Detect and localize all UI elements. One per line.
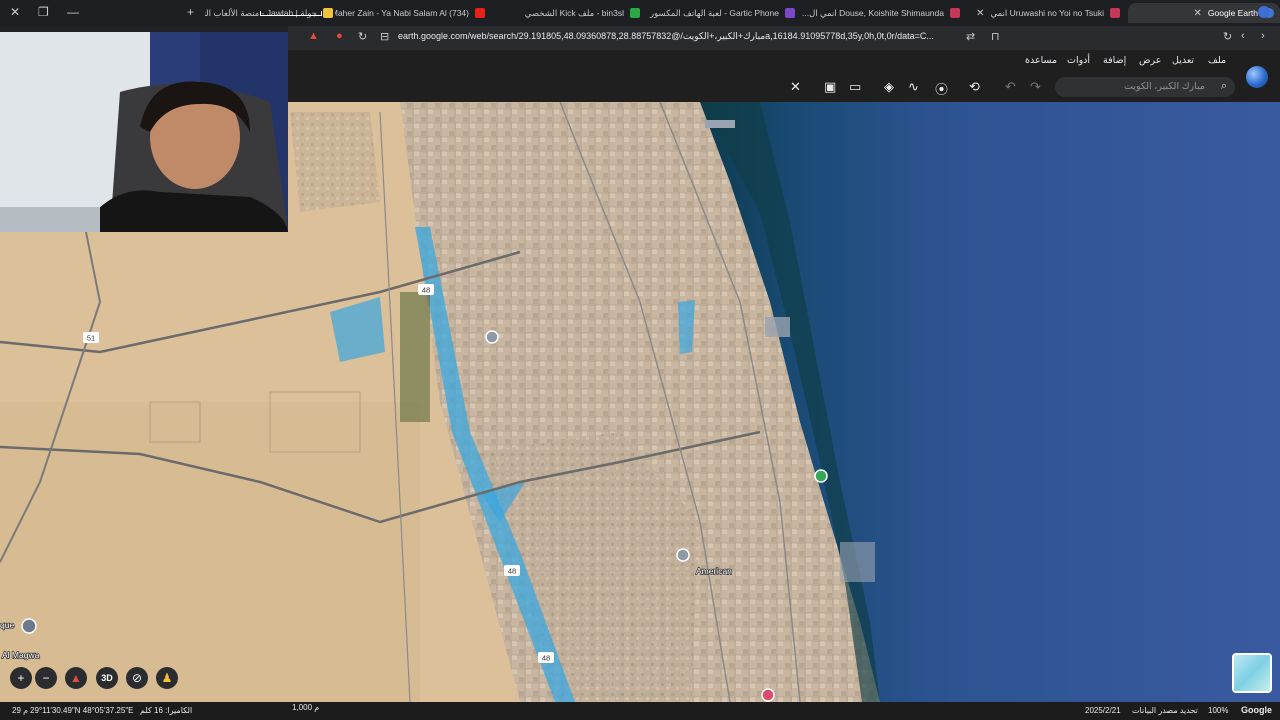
place-pin-icon[interactable]: [485, 330, 499, 344]
tab-label: Douse, Koishite Shimaunda انمي ال...: [802, 7, 944, 18]
back-icon[interactable]: ‹: [1241, 30, 1245, 42]
port: [705, 120, 735, 128]
restore-window-icon[interactable]: ❐: [38, 5, 49, 19]
bookmark-icon[interactable]: ⊓: [991, 30, 1000, 43]
tab-bar: ✕ ❐ — + Google Earth ✕ Uruwashi no Yoi n…: [0, 0, 1280, 26]
toolbar: ✕ ▣ ▭ ◈ ∿ ⦿ ⟲ ↶ ↷ مبارك الكبير، الكويت ⌕: [288, 72, 1280, 102]
coordinates-readout: 29°11'30.49"N 48°05'37.25"E: [30, 706, 134, 715]
tab-label: (734) Maher Zain - Ya Nabi Salam Al...: [335, 8, 469, 18]
google-logo: Google: [1241, 705, 1272, 715]
tab-label: Uruwashi no Yoi no Tsuki انمي: [990, 7, 1104, 18]
menu-add[interactable]: إضافة: [1103, 55, 1126, 66]
zoom-level: 100%: [1208, 706, 1229, 715]
menu-bar: ملف تعديل عرض إضافة أدوات مساعدة: [288, 50, 1280, 72]
forward-icon[interactable]: ›: [1261, 30, 1265, 42]
kick-favicon-icon: [630, 8, 640, 18]
route-shield: 48: [538, 652, 554, 663]
elevation-readout: 29 م: [12, 706, 29, 715]
tab-gartic[interactable]: Gartic Phone - لعبة الهاتف المكسور: [645, 3, 795, 23]
desert-area: [0, 402, 420, 702]
history-icon[interactable]: ⟲: [969, 79, 980, 95]
url-field[interactable]: earth.google.com/web/search/مبارك+الكبير…: [398, 31, 934, 42]
route-shield: 48: [418, 284, 434, 295]
pin-icon[interactable]: ⦿: [935, 79, 948, 98]
industrial-area: [290, 112, 380, 212]
jawlah-favicon-icon: [323, 8, 333, 18]
redo-icon[interactable]: ↷: [1030, 79, 1041, 95]
new-tab-icon[interactable]: +: [187, 5, 194, 19]
map-style-button[interactable]: [1232, 653, 1272, 693]
svg-text:48: 48: [542, 654, 550, 663]
anime-favicon-icon: [950, 8, 960, 18]
place-pin-icon[interactable]: [676, 548, 690, 562]
translate-icon[interactable]: ↻: [358, 30, 367, 43]
data-attribution-link[interactable]: تحديد مصدر البيانات: [1132, 706, 1198, 715]
place-label: que: [0, 620, 14, 630]
toggle-3d-button[interactable]: 3D: [96, 667, 118, 689]
photo-icon[interactable]: ▣: [824, 79, 836, 95]
park-pin-icon[interactable]: [814, 469, 828, 483]
port: [765, 317, 790, 337]
menu-tools[interactable]: أدوات: [1067, 55, 1090, 66]
hospital-pin-icon[interactable]: [761, 688, 775, 702]
undo-icon[interactable]: ↶: [1005, 79, 1016, 95]
menu-file[interactable]: ملف: [1208, 55, 1226, 66]
green-strip: [400, 292, 430, 422]
anime-favicon-icon: [1110, 8, 1120, 18]
route-shield: 48: [504, 565, 520, 576]
tune-icon[interactable]: ⇄: [966, 30, 975, 43]
ruler-icon[interactable]: ▭: [849, 79, 861, 95]
zoom-in-button[interactable]: +: [10, 667, 32, 689]
reload-icon[interactable]: ↻: [1223, 30, 1232, 43]
svg-text:48: 48: [508, 567, 516, 576]
mosque-pin-icon[interactable]: [21, 618, 37, 634]
zoom-out-button[interactable]: −: [35, 667, 57, 689]
tab-label: Google Earth: [1207, 8, 1258, 18]
close-tab-icon[interactable]: ✕: [976, 8, 984, 19]
route-shield: 51: [83, 332, 99, 343]
path-icon[interactable]: ∿: [908, 79, 919, 95]
measure-icon[interactable]: ✕: [790, 79, 801, 95]
close-window-icon[interactable]: ✕: [10, 5, 20, 19]
search-box[interactable]: مبارك الكبير، الكويت ⌕: [1055, 77, 1235, 97]
pegman-icon[interactable]: ♟: [156, 667, 178, 689]
search-icon[interactable]: ⌕: [1221, 80, 1227, 93]
place-label: American: [696, 566, 732, 576]
extension-icon[interactable]: ▲: [308, 30, 319, 42]
tilt-icon[interactable]: ⊘: [126, 667, 148, 689]
camera-altitude: الكاميرا: 16 كلم: [140, 706, 193, 715]
extension-icon[interactable]: ●: [336, 30, 343, 42]
tab-youtube[interactable]: (734) Maher Zain - Ya Nabi Salam Al...: [335, 3, 485, 23]
compass-icon[interactable]: ▲: [65, 667, 87, 689]
tab-uruwashi[interactable]: Uruwashi no Yoi no Tsuki انمي ✕: [975, 3, 1120, 23]
layers-icon[interactable]: ◈: [884, 79, 894, 95]
scale-bar: [260, 11, 322, 16]
svg-text:51: 51: [87, 334, 95, 343]
search-input[interactable]: مبارك الكبير، الكويت: [1124, 81, 1205, 92]
tab-douse[interactable]: Douse, Koishite Shimaunda انمي ال...: [800, 3, 960, 23]
profile-icon[interactable]: [1258, 6, 1270, 18]
address-bar: ▲ ● ↻ ⊟ earth.google.com/web/search/مبار…: [288, 26, 1280, 50]
scale-label: 1,000 م: [292, 703, 320, 712]
status-bar: 29 م 29°11'30.49"N 48°05'37.25"E الكامير…: [0, 702, 1280, 720]
marina: [840, 542, 875, 582]
gartic-favicon-icon: [785, 8, 795, 18]
imagery-date: 2025/2/21: [1085, 706, 1121, 715]
place-label: Al Magwa: [2, 650, 40, 660]
tab-kick[interactable]: bin3sl - ملف Kick الشخصي: [490, 3, 640, 23]
youtube-favicon-icon: [475, 8, 485, 18]
earth-logo-icon[interactable]: [1246, 66, 1268, 88]
menu-help[interactable]: مساعدة: [1025, 55, 1057, 66]
site-info-icon[interactable]: ⊟: [380, 30, 389, 43]
tab-label: Gartic Phone - لعبة الهاتف المكسور: [650, 7, 779, 18]
menu-edit[interactable]: تعديل: [1172, 55, 1194, 66]
webcam-overlay: [0, 32, 288, 232]
tab-label: bin3sl - ملف Kick الشخصي: [524, 7, 624, 18]
menu-view[interactable]: عرض: [1139, 55, 1161, 66]
close-tab-icon[interactable]: ✕: [1194, 8, 1202, 19]
minimize-window-icon[interactable]: —: [67, 5, 79, 19]
svg-text:48: 48: [422, 286, 430, 295]
